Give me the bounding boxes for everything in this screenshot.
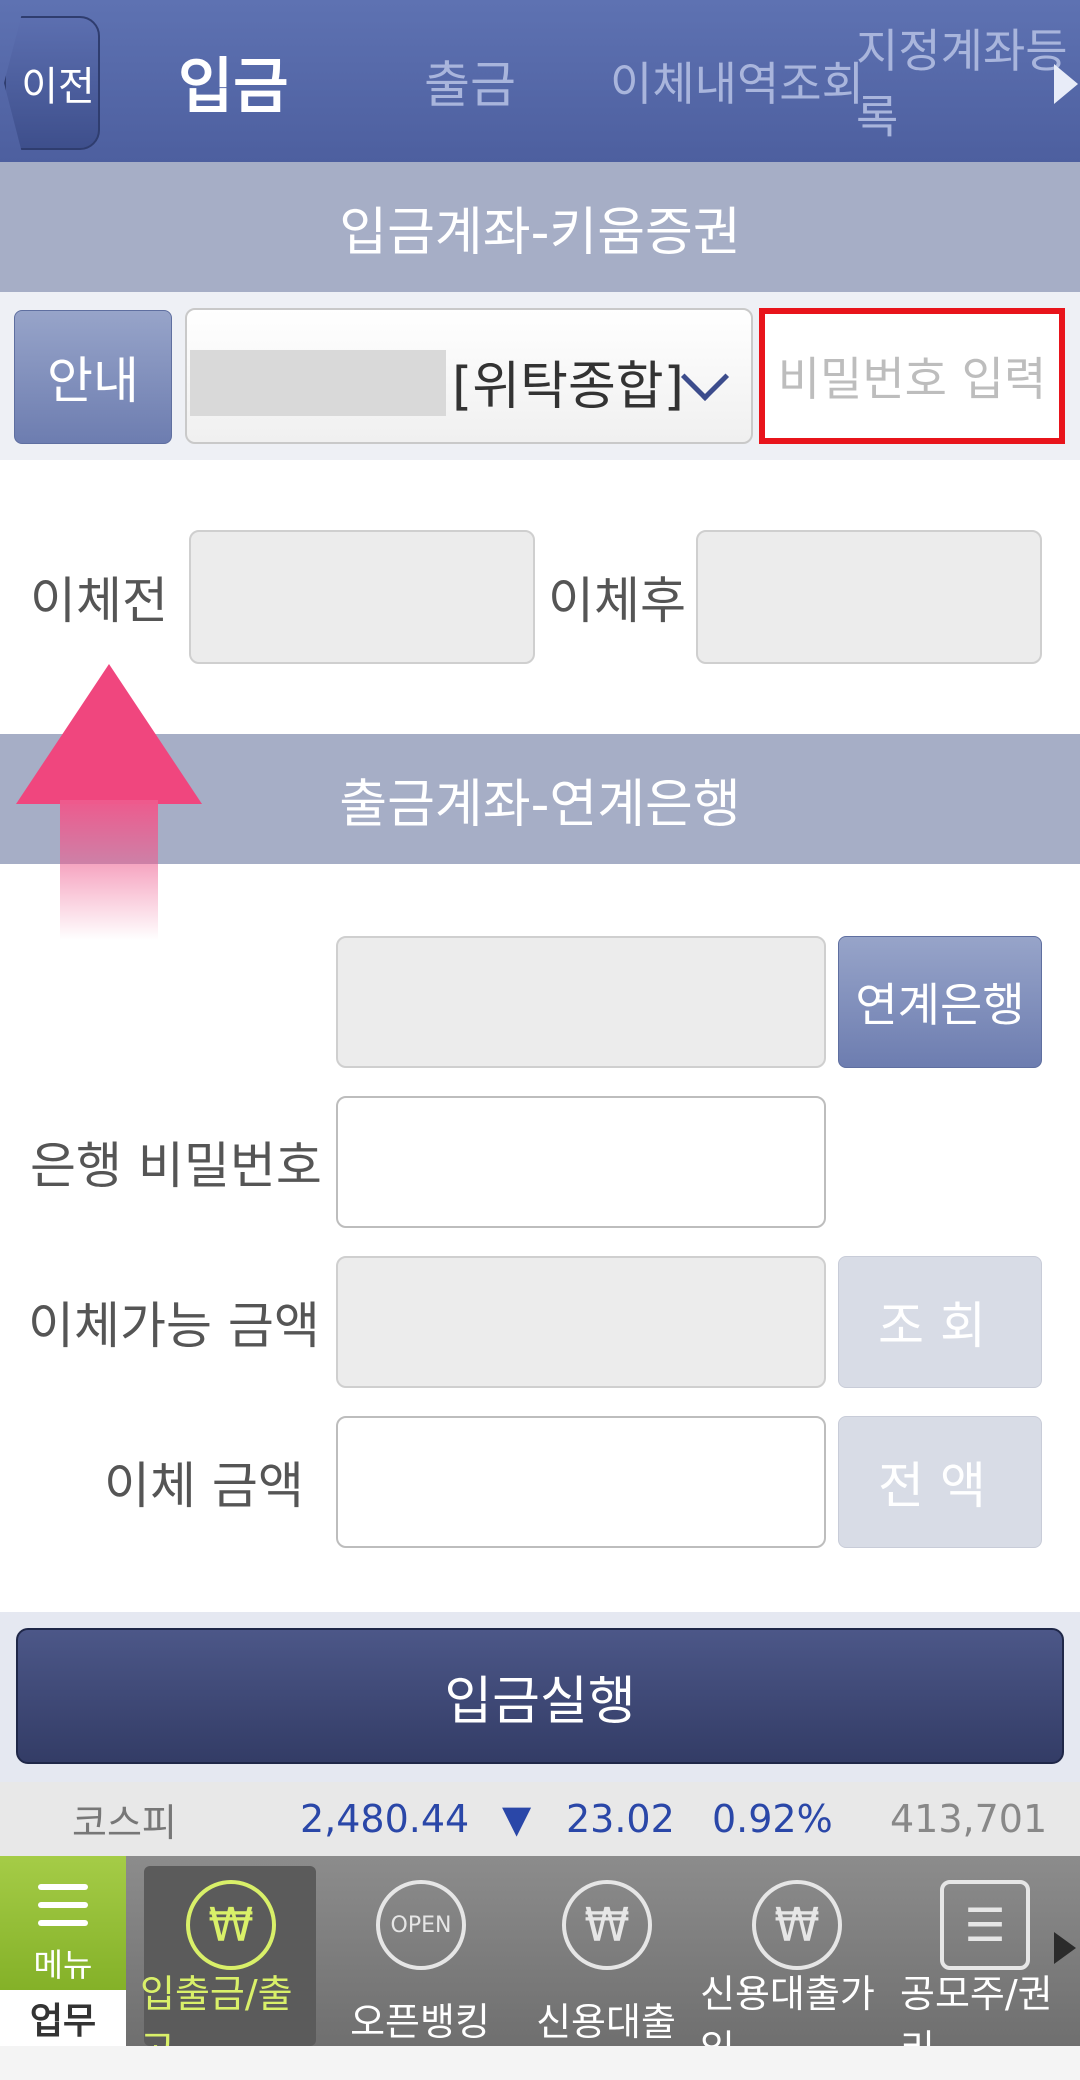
linked-bank-button[interactable]: 연계은행 bbox=[838, 936, 1042, 1068]
before-transfer-field bbox=[189, 530, 535, 664]
available-amount-field bbox=[336, 1256, 826, 1388]
ticker-percent: 0.92% bbox=[712, 1797, 833, 1841]
tab-scroll-right-icon[interactable] bbox=[1054, 64, 1078, 104]
back-button[interactable]: 이전 bbox=[4, 16, 100, 150]
mouse-money-icon[interactable]: ₩ bbox=[186, 1880, 276, 1970]
inquiry-button[interactable]: 조회 bbox=[838, 1256, 1042, 1388]
pink-arrow-stem bbox=[60, 800, 158, 940]
linked-bank-field bbox=[336, 936, 826, 1068]
nav-item-credit-loan-signup[interactable]: 신용대출가입 bbox=[700, 1972, 896, 2071]
nav-item-open-banking[interactable]: 오픈뱅킹 bbox=[330, 1990, 510, 2046]
tab-withdraw[interactable]: 출금 bbox=[424, 0, 516, 162]
hamburger-icon-line bbox=[38, 1920, 88, 1926]
tab-transfer-history[interactable]: 이체내역조회 bbox=[610, 0, 864, 162]
hamburger-icon-line bbox=[38, 1902, 88, 1908]
ticker-index-name: 코스피 bbox=[72, 1800, 177, 1845]
won-coin-icon[interactable]: ₩ bbox=[752, 1880, 842, 1970]
bottom-strip bbox=[0, 2046, 1080, 2080]
ticker-value: 2,480.44 bbox=[300, 1797, 470, 1841]
available-amount-label: 이체가능 금액 bbox=[28, 1297, 320, 1355]
document-list-icon[interactable]: ☰ bbox=[940, 1880, 1030, 1970]
tab-deposit[interactable]: 입금 bbox=[178, 0, 288, 162]
bank-password-label: 은행 비밀번호 bbox=[30, 1137, 322, 1195]
transfer-amount-label: 이체 금액 bbox=[104, 1457, 304, 1515]
nav-item-ipo-rights[interactable]: 공모주/권리 bbox=[900, 1972, 1072, 2071]
transfer-amount-input[interactable] bbox=[336, 1416, 826, 1548]
ticker-direction-icon: ▼ bbox=[502, 1797, 532, 1841]
before-transfer-label: 이체전 bbox=[30, 572, 168, 630]
hamburger-icon bbox=[38, 1884, 88, 1890]
masked-account-number bbox=[190, 350, 446, 416]
menu-label: 메뉴 bbox=[33, 1946, 93, 1984]
guide-button[interactable]: 안내 bbox=[14, 310, 172, 444]
deposit-execute-button[interactable]: 입금실행 bbox=[16, 1628, 1064, 1764]
open-refresh-icon[interactable]: OPEN bbox=[376, 1880, 466, 1970]
full-amount-button[interactable]: 전액 bbox=[838, 1416, 1042, 1548]
ticker-volume: 413,701 bbox=[890, 1797, 1048, 1841]
after-transfer-label: 이체후 bbox=[548, 572, 686, 630]
nav-item-credit-loan[interactable]: 신용대출 bbox=[516, 1990, 696, 2046]
nav-scroll-right-icon[interactable] bbox=[1054, 1932, 1076, 1964]
won-coin-icon[interactable]: ₩ bbox=[562, 1880, 652, 1970]
account-password-input[interactable]: 비밀번호 입력 bbox=[759, 308, 1065, 444]
ticker-change: 23.02 bbox=[566, 1797, 675, 1841]
tab-register-account[interactable]: 지정계좌등록 bbox=[856, 0, 1080, 162]
deposit-account-header: 입금계좌-키움증권 bbox=[0, 162, 1080, 292]
work-tab[interactable]: 업무 bbox=[0, 1990, 126, 2046]
account-type-label: [위탁종합] bbox=[452, 357, 684, 417]
market-ticker[interactable]: 코스피 2,480.44 ▼ 23.02 0.92% 413,701 bbox=[0, 1782, 1080, 1856]
after-transfer-field bbox=[696, 530, 1042, 664]
bank-password-input[interactable] bbox=[336, 1096, 826, 1228]
nav-item-deposit-withdraw[interactable]: 입출금/출고 bbox=[140, 1972, 320, 2071]
menu-button[interactable]: 메뉴 bbox=[0, 1856, 126, 1990]
